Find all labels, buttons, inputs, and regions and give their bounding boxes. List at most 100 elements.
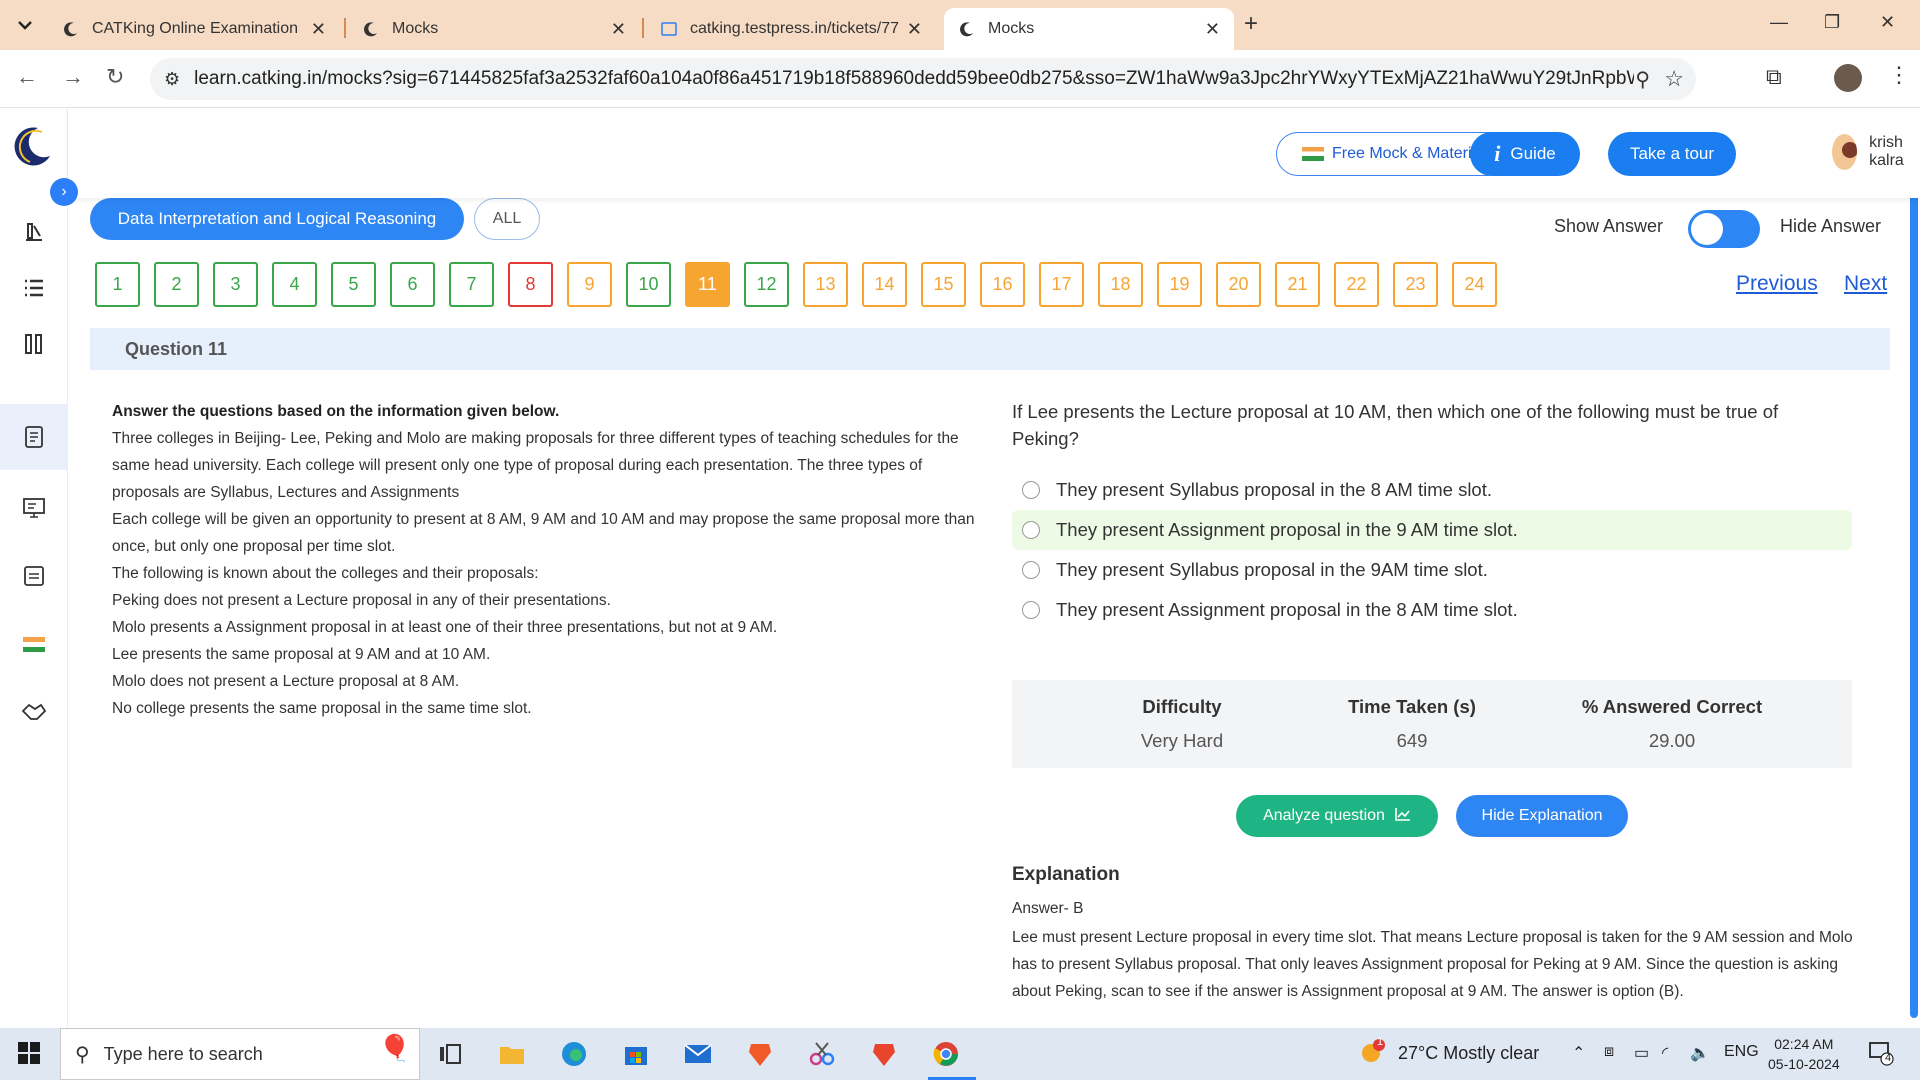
answer-toggle-switch[interactable] xyxy=(1688,210,1760,248)
show-hidden-icons-chevron-icon[interactable]: ⌃ xyxy=(1572,1043,1585,1063)
question-number-button[interactable]: 8 xyxy=(508,262,553,307)
page-scrollbar[interactable] xyxy=(1908,108,1920,1028)
url-text[interactable]: learn.catking.in/mocks?sig=671445825faf3… xyxy=(194,68,1634,90)
task-view-icon[interactable] xyxy=(432,1036,468,1072)
zoom-icon[interactable]: ⚲ xyxy=(1635,67,1650,92)
option-c[interactable]: They present Syllabus proposal in the 9A… xyxy=(1012,550,1852,590)
passage-paragraph: No college presents the same proposal in… xyxy=(112,700,532,717)
option-d[interactable]: They present Assignment proposal in the … xyxy=(1012,590,1852,630)
question-number-button[interactable]: 20 xyxy=(1216,262,1261,307)
question-number-button[interactable]: 17 xyxy=(1039,262,1084,307)
next-link[interactable]: Next xyxy=(1844,272,1887,296)
expand-sidebar-chevron-icon[interactable]: › xyxy=(50,178,78,206)
brave-browser-icon[interactable] xyxy=(742,1036,778,1072)
file-explorer-icon[interactable] xyxy=(494,1036,530,1072)
omnibox[interactable]: ⚙ learn.catking.in/mocks?sig=671445825fa… xyxy=(150,58,1696,100)
windows-start-icon[interactable] xyxy=(18,1042,40,1064)
question-number-button[interactable]: 23 xyxy=(1393,262,1438,307)
question-number-button[interactable]: 19 xyxy=(1157,262,1202,307)
monitor-icon[interactable] xyxy=(0,480,68,536)
india-flag-icon[interactable] xyxy=(0,616,68,672)
question-number-button[interactable]: 14 xyxy=(862,262,907,307)
browser-tab-4-active[interactable]: Mocks ✕ xyxy=(944,8,1234,50)
question-number-button[interactable]: 24 xyxy=(1452,262,1497,307)
document-icon xyxy=(660,20,678,38)
radio-button[interactable] xyxy=(1022,601,1040,619)
question-number-button[interactable]: 10 xyxy=(626,262,671,307)
snipping-tool-icon[interactable] xyxy=(804,1036,840,1072)
previous-link[interactable]: Previous xyxy=(1736,272,1818,296)
wifi-icon[interactable]: ◜ xyxy=(1662,1043,1668,1063)
battery-icon[interactable]: ▭ xyxy=(1634,1043,1649,1063)
analyze-question-button[interactable]: Analyze question xyxy=(1236,795,1438,837)
volume-icon[interactable]: 🔈 xyxy=(1690,1043,1710,1063)
user-menu[interactable]: krish kalra xyxy=(1832,134,1920,170)
weather-text[interactable]: 27°C Mostly clear xyxy=(1398,1043,1539,1064)
question-number-button[interactable]: 12 xyxy=(744,262,789,307)
question-number-button[interactable]: 16 xyxy=(980,262,1025,307)
tab-search-chevron-icon[interactable] xyxy=(10,10,40,40)
device-icon[interactable]: ⧈ xyxy=(1604,1043,1614,1061)
brave-browser-icon[interactable] xyxy=(866,1036,902,1072)
chrome-browser-icon[interactable] xyxy=(928,1036,976,1080)
microsoft-store-icon[interactable] xyxy=(618,1036,654,1072)
option-b-correct[interactable]: They present Assignment proposal in the … xyxy=(1012,510,1852,550)
user-name: krish kalra xyxy=(1869,134,1904,169)
browser-tab-1[interactable]: CATKing Online Examination Pl ✕ xyxy=(48,8,340,50)
question-number-button[interactable]: 11 xyxy=(685,262,730,307)
more-menu-icon[interactable]: ⋮ xyxy=(1888,62,1910,88)
site-settings-icon[interactable]: ⚙ xyxy=(164,69,180,90)
question-number-button[interactable]: 4 xyxy=(272,262,317,307)
section-tab-dilr[interactable]: Data Interpretation and Logical Reasonin… xyxy=(90,198,464,240)
close-tab-icon[interactable]: ✕ xyxy=(611,19,626,40)
browser-tab-3[interactable]: catking.testpress.in/tickets/776 ✕ xyxy=(646,8,936,50)
section-tab-all[interactable]: ALL xyxy=(474,198,540,240)
minimize-icon[interactable]: — xyxy=(1770,12,1788,33)
question-number-button[interactable]: 5 xyxy=(331,262,376,307)
reload-icon[interactable]: ↻ xyxy=(106,64,124,90)
close-tab-icon[interactable]: ✕ xyxy=(311,19,326,40)
taskbar-clock[interactable]: 02:24 AM 05-10-2024 xyxy=(1768,1034,1840,1074)
mock-test-icon[interactable] xyxy=(0,404,68,470)
close-tab-icon[interactable]: ✕ xyxy=(907,19,922,40)
book-icon[interactable] xyxy=(0,204,68,260)
question-number-button[interactable]: 21 xyxy=(1275,262,1320,307)
question-number-button[interactable]: 7 xyxy=(449,262,494,307)
browser-tab-bar: CATKing Online Examination Pl ✕ Mocks ✕ … xyxy=(0,0,1920,50)
guide-button[interactable]: i Guide xyxy=(1470,132,1580,176)
question-number-button[interactable]: 18 xyxy=(1098,262,1143,307)
ebook-icon[interactable] xyxy=(0,548,68,604)
extensions-puzzle-icon[interactable]: ⧉ xyxy=(1766,64,1782,90)
mail-icon[interactable] xyxy=(680,1036,716,1072)
take-tour-button[interactable]: Take a tour xyxy=(1608,132,1736,176)
close-tab-icon[interactable]: ✕ xyxy=(1205,19,1220,40)
option-a[interactable]: They present Syllabus proposal in the 8 … xyxy=(1012,470,1852,510)
list-icon[interactable] xyxy=(0,260,68,316)
catking-logo[interactable] xyxy=(8,122,54,168)
language-indicator[interactable]: ENG xyxy=(1724,1043,1759,1061)
bookmark-star-icon[interactable]: ☆ xyxy=(1664,66,1684,92)
edge-browser-icon[interactable] xyxy=(556,1036,592,1072)
question-number-button[interactable]: 2 xyxy=(154,262,199,307)
restore-icon[interactable]: ❐ xyxy=(1824,12,1840,33)
taskbar-search-box[interactable]: ⚲ Type here to search 🎈 xyxy=(60,1028,420,1080)
handshake-icon[interactable] xyxy=(0,684,68,740)
forward-arrow-icon[interactable]: → xyxy=(62,64,84,90)
question-number-button[interactable]: 1 xyxy=(95,262,140,307)
question-number-button[interactable]: 3 xyxy=(213,262,258,307)
profile-avatar-icon[interactable] xyxy=(1834,64,1862,92)
question-number-button[interactable]: 6 xyxy=(390,262,435,307)
question-number-button[interactable]: 22 xyxy=(1334,262,1379,307)
new-tab-plus-icon[interactable]: + xyxy=(1244,10,1258,38)
close-window-icon[interactable]: ✕ xyxy=(1880,12,1895,33)
question-number-button[interactable]: 13 xyxy=(803,262,848,307)
columns-icon[interactable] xyxy=(0,316,68,372)
question-number-button[interactable]: 15 xyxy=(921,262,966,307)
radio-button[interactable] xyxy=(1022,561,1040,579)
browser-tab-2[interactable]: Mocks ✕ xyxy=(348,8,640,50)
question-number-button[interactable]: 9 xyxy=(567,262,612,307)
back-arrow-icon[interactable]: ← xyxy=(16,64,38,90)
hide-explanation-button[interactable]: Hide Explanation xyxy=(1456,795,1628,837)
radio-button[interactable] xyxy=(1022,481,1040,499)
radio-button[interactable] xyxy=(1022,521,1040,539)
